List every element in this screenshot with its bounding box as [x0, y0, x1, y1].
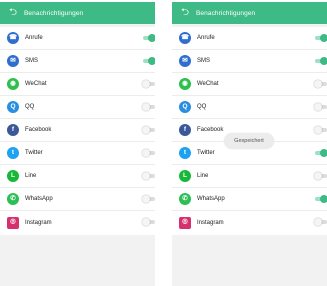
list-item-sms: ✉ SMS — [0, 50, 155, 73]
list-item-label: WeChat — [197, 81, 219, 87]
list-item-anrufe: ☎ Anrufe — [172, 27, 327, 50]
whatsapp-icon: ✆ — [7, 193, 19, 205]
wechat-icon: ◉ — [179, 78, 191, 90]
toggle-switch[interactable] — [314, 103, 327, 111]
toggle-thumb — [320, 195, 327, 203]
list-item-twitter: t Twitter — [0, 142, 155, 165]
toggle-switch[interactable] — [314, 172, 327, 180]
toggle-switch[interactable] — [142, 218, 155, 226]
phone-icon: ☎ — [179, 32, 191, 44]
app-header: ⮌ Benachrichtigungen — [0, 2, 155, 24]
phone-icon: ☎ — [7, 32, 19, 44]
list-item-label: SMS — [25, 58, 39, 64]
toggle-thumb — [314, 172, 322, 180]
list-item-label: Anrufe — [25, 35, 43, 41]
line-icon: L — [7, 170, 19, 182]
toggle-switch[interactable] — [142, 172, 155, 180]
back-arrow-icon[interactable]: ⮌ — [179, 7, 191, 19]
list-item-anrufe: ☎ Anrufe — [0, 27, 155, 50]
twitter-icon: t — [7, 147, 19, 159]
sms-icon: ✉ — [7, 55, 19, 67]
qq-icon: Q — [7, 101, 19, 113]
instagram-icon: ◎ — [179, 216, 191, 229]
app-header: ⮌ Benachrichtigungen — [172, 2, 327, 24]
saved-toast: Gespeichert — [224, 133, 274, 149]
toggle-thumb — [320, 34, 327, 42]
facebook-icon: f — [179, 124, 191, 136]
list-item-whatsapp: ✆ WhatsApp — [172, 188, 327, 211]
twitter-icon: t — [179, 147, 191, 159]
list-item-label: WeChat — [25, 81, 47, 87]
list-item-whatsapp: ✆ WhatsApp — [0, 188, 155, 211]
list-item-label: Line — [197, 173, 209, 179]
list-item-wechat: ◉ WeChat — [0, 73, 155, 96]
sms-icon: ✉ — [179, 55, 191, 67]
toggle-thumb — [142, 172, 150, 180]
list-item-sms: ✉ SMS — [172, 50, 327, 73]
toggle-switch[interactable] — [314, 149, 327, 157]
header-title: Benachrichtigungen — [196, 9, 256, 17]
list-item-label: QQ — [25, 104, 35, 110]
toggle-thumb — [148, 57, 155, 65]
list-item-label: QQ — [197, 104, 207, 110]
toggle-switch[interactable] — [142, 195, 155, 203]
toggle-switch[interactable] — [142, 149, 155, 157]
whatsapp-icon: ✆ — [179, 193, 191, 205]
wechat-icon: ◉ — [7, 78, 19, 90]
list-item-label: Facebook — [197, 127, 224, 133]
toggle-switch[interactable] — [142, 34, 155, 42]
toggle-thumb — [142, 103, 150, 111]
list-item-label: WhatsApp — [25, 196, 53, 202]
notification-settings-screen-left: ⮌ Benachrichtigungen ☎ Anrufe ✉ SMS ◉ WeChat Q… — [0, 2, 155, 286]
toggle-thumb — [142, 149, 150, 157]
toggle-thumb — [142, 218, 150, 226]
facebook-icon: f — [7, 124, 19, 136]
back-arrow-icon[interactable]: ⮌ — [7, 7, 19, 19]
toggle-switch[interactable] — [142, 57, 155, 65]
qq-icon: Q — [179, 101, 191, 113]
toggle-thumb — [148, 34, 155, 42]
list-item-label: Twitter — [197, 150, 215, 156]
list-item-wechat: ◉ WeChat — [172, 73, 327, 96]
list-item-label: Anrufe — [197, 35, 215, 41]
list-item-instagram: ◎ Instagram — [0, 211, 155, 234]
list-item-line: L Line — [0, 165, 155, 188]
list-item-label: Facebook — [25, 127, 52, 133]
toggle-thumb — [314, 103, 322, 111]
toggle-thumb — [320, 149, 327, 157]
toggle-switch[interactable] — [142, 103, 155, 111]
toggle-switch[interactable] — [314, 34, 327, 42]
toggle-thumb — [314, 126, 322, 134]
toggle-thumb — [314, 80, 322, 88]
list-item-qq: Q QQ — [0, 96, 155, 119]
list-item-label: WhatsApp — [197, 196, 225, 202]
toggle-thumb — [142, 195, 150, 203]
toggle-thumb — [320, 57, 327, 65]
toggle-thumb — [142, 80, 150, 88]
header-title: Benachrichtigungen — [24, 9, 84, 17]
list-item-label: Twitter — [25, 150, 43, 156]
notification-list: ☎ Anrufe ✉ SMS ◉ WeChat Q QQ f Facebook t Twitter L L… — [172, 27, 327, 235]
toggle-switch[interactable] — [314, 218, 327, 226]
list-item-instagram: ◎ Instagram — [172, 211, 327, 234]
list-item-label: Line — [25, 173, 37, 179]
line-icon: L — [179, 170, 191, 182]
toggle-switch[interactable] — [314, 126, 327, 134]
list-item-facebook: f Facebook — [0, 119, 155, 142]
toggle-switch[interactable] — [314, 57, 327, 65]
notification-list: ☎ Anrufe ✉ SMS ◉ WeChat Q QQ f Facebook t Twitter L L… — [0, 27, 155, 235]
list-item-line: L Line — [172, 165, 327, 188]
list-item-label: Instagram — [197, 219, 224, 226]
instagram-icon: ◎ — [7, 216, 19, 229]
notification-settings-screen-right: ⮌ Benachrichtigungen ☎ Anrufe ✉ SMS ◉ WeChat Q… — [172, 2, 327, 286]
list-item-qq: Q QQ — [172, 96, 327, 119]
toggle-switch[interactable] — [142, 80, 155, 88]
list-item-label: SMS — [197, 58, 211, 64]
toggle-switch[interactable] — [314, 195, 327, 203]
list-item-label: Instagram — [25, 219, 52, 226]
toggle-switch[interactable] — [142, 126, 155, 134]
toggle-thumb — [142, 126, 150, 134]
toggle-switch[interactable] — [314, 80, 327, 88]
toggle-thumb — [314, 218, 322, 226]
